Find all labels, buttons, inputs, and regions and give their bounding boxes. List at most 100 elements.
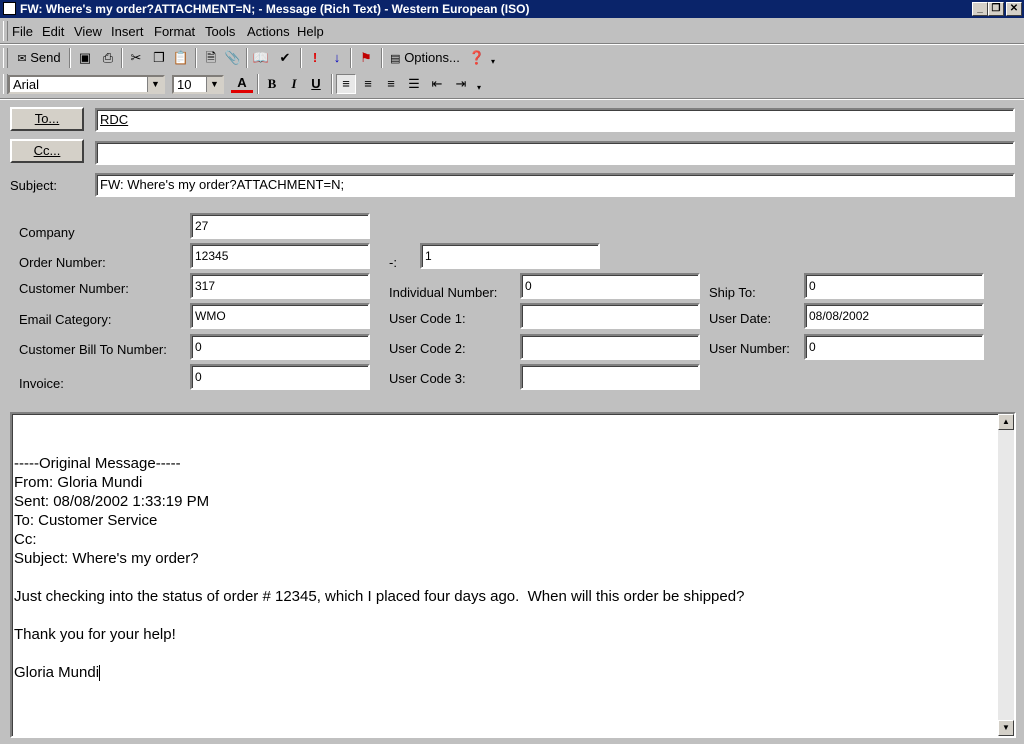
title-bar: FW: Where's my order?ATTACHMENT=N; - Mes… [0,0,1024,18]
user-code-1-field[interactable] [520,303,700,329]
message-body[interactable]: -----Original Message----- From: Gloria … [10,412,1016,738]
customer-number-label: Customer Number: [19,281,129,296]
font-size-select[interactable]: 10 ▼ [172,75,224,94]
cc-field[interactable] [95,141,1015,165]
menu-help[interactable]: Help [297,24,324,39]
help-icon[interactable]: ❓ [466,48,488,68]
email-category-label: Email Category: [19,312,112,327]
close-button[interactable]: ✕ [1006,2,1022,16]
toolbar-separator [121,48,123,68]
restore-button[interactable]: ❐ [988,2,1004,16]
increase-indent-icon[interactable]: ⇥ [451,74,471,94]
menu-view[interactable]: View [74,24,102,39]
attach-icon[interactable]: 📎 [222,48,244,68]
print-icon[interactable]: ⎙ [97,48,119,68]
order-suffix-field[interactable]: 1 [420,243,600,269]
toolbar-options-chevron-icon[interactable]: ▾ [488,52,498,72]
options-label: Options... [404,50,460,65]
user-code-2-field[interactable] [520,334,700,360]
paste-icon[interactable]: 📋 [170,48,192,68]
copy-icon[interactable]: ❐ [148,48,170,68]
options-icon: ▤ [390,53,401,65]
send-button[interactable]: ✉ Send [12,48,66,68]
text-caret [99,665,101,682]
flag-icon[interactable]: ⚑ [355,48,377,68]
user-code-1-label: User Code 1: [389,311,466,326]
align-center-icon[interactable]: ≡ [358,74,378,94]
to-field[interactable]: RDC [95,108,1015,132]
user-number-field[interactable]: 0 [804,334,984,360]
individual-number-field[interactable]: 0 [520,273,700,299]
order-number-label: Order Number: [19,255,106,270]
address-book-icon[interactable]: 📖 [250,48,272,68]
user-code-3-label: User Code 3: [389,371,466,386]
order-number-field[interactable]: 12345 [190,243,370,269]
menu-divider [0,43,1024,45]
menu-actions[interactable]: Actions [247,24,290,39]
invoice-field[interactable]: 0 [190,364,370,390]
message-text[interactable]: -----Original Message----- From: Gloria … [14,454,744,682]
send-label: Send [30,50,61,65]
user-code-2-label: User Code 2: [389,341,466,356]
chevron-down-icon[interactable]: ▼ [206,77,222,92]
ship-to-field[interactable]: 0 [804,273,984,299]
toolbar-separator [246,48,248,68]
vertical-scrollbar[interactable]: ▲ ▼ [998,414,1014,736]
send-icon: ✉ [17,53,27,65]
toolbar-divider [0,98,1024,100]
window-title: FW: Where's my order?ATTACHMENT=N; - Mes… [20,2,530,16]
ship-to-label: Ship To: [709,285,756,300]
menu-tools[interactable]: Tools [205,24,235,39]
scroll-up-icon[interactable]: ▲ [998,414,1014,430]
check-names-icon[interactable]: ✔ [273,48,297,68]
cut-icon[interactable]: ✂ [125,48,147,68]
font-size-value: 10 [177,77,192,92]
cc-button-label: Cc... [33,143,61,158]
user-date-label: User Date: [709,311,772,326]
decrease-indent-icon[interactable]: ⇤ [427,74,447,94]
toolbar-grip[interactable] [3,48,8,68]
formatting-toolbar: Arial ▼ 10 ▼ A B I U ≡ ≡ ≡ ☰ ⇤ ⇥ ▾ [0,72,490,96]
customer-number-field[interactable]: 317 [190,273,370,299]
subject-label: Subject: [10,178,57,193]
font-color-button[interactable]: A [231,74,253,93]
to-button[interactable]: To... [10,107,84,131]
menu-format[interactable]: Format [154,24,195,39]
align-right-icon[interactable]: ≡ [381,74,401,94]
toolbar-separator [195,48,197,68]
scroll-down-icon[interactable]: ▼ [998,720,1014,736]
subject-field[interactable]: FW: Where's my order?ATTACHMENT=N; [95,173,1015,197]
align-left-icon[interactable]: ≡ [336,74,356,94]
toolbar-separator [69,48,71,68]
italic-button[interactable]: I [284,74,304,94]
toolbar-separator [381,48,383,68]
menu-insert[interactable]: Insert [111,24,144,39]
to-button-label: To... [34,111,60,126]
options-button[interactable]: ▤ Options... [386,48,464,68]
cc-button[interactable]: Cc... [10,139,84,163]
bill-to-field[interactable]: 0 [190,334,370,360]
chevron-down-icon[interactable]: ▼ [147,77,163,92]
save-icon[interactable]: ▣ [74,48,96,68]
minimize-button[interactable]: _ [972,2,988,16]
font-name-select[interactable]: Arial ▼ [8,75,165,94]
company-field[interactable]: 27 [190,213,370,239]
company-label: Company [19,225,75,240]
importance-high-icon[interactable]: ! [305,48,325,68]
bill-to-label: Customer Bill To Number: [19,342,167,357]
font-name-value: Arial [13,77,40,92]
user-code-3-field[interactable] [520,364,700,390]
underline-button[interactable]: U [306,74,326,94]
bold-button[interactable]: B [262,74,282,94]
menu-file[interactable]: File [12,24,33,39]
toolbar-options-chevron-icon[interactable]: ▾ [474,78,484,98]
user-number-label: User Number: [709,341,790,356]
insert-file-icon[interactable]: 🗎 [200,48,222,68]
importance-low-icon[interactable]: ↓ [327,48,347,68]
bullets-icon[interactable]: ☰ [404,74,424,94]
menu-grip[interactable] [3,21,8,41]
user-date-field[interactable]: 08/08/2002 [804,303,984,329]
menu-edit[interactable]: Edit [42,24,64,39]
email-category-field[interactable]: WMO [190,303,370,329]
invoice-label: Invoice: [19,376,64,391]
